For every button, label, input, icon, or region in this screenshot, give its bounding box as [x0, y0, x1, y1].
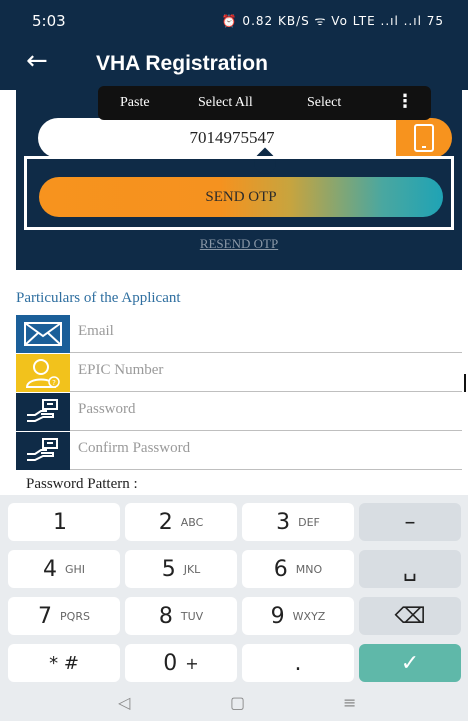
key-space[interactable]: ␣: [359, 550, 461, 588]
back-arrow-icon[interactable]: ←: [26, 46, 48, 76]
mobile-number-value[interactable]: 7014975547: [38, 128, 426, 148]
system-nav-bar: ◁ ▢ ≡: [0, 687, 468, 721]
mobile-number-field[interactable]: 7014975547: [38, 118, 426, 158]
paste-menu-item[interactable]: Paste: [120, 95, 150, 111]
email-input[interactable]: [78, 323, 448, 340]
backspace-icon: ⌫: [394, 603, 426, 629]
key-6[interactable]: 6 MNO: [242, 550, 354, 588]
status-bar: 5:03 ⏰ 0.82 KB/S ᯤ Vo LTE ..ıl ..ıl 75: [0, 0, 468, 40]
key-9[interactable]: 9 WXYZ: [242, 597, 354, 635]
mobile-phone-icon: [414, 124, 434, 152]
mobile-button[interactable]: [396, 118, 452, 158]
key-2[interactable]: 2 ABC: [125, 503, 237, 541]
status-icons: ⏰ 0.82 KB/S ᯤ Vo LTE ..ıl ..ıl 75: [221, 14, 444, 28]
more-options-icon[interactable]: ⋮: [396, 91, 414, 112]
epic-number-input[interactable]: [78, 362, 448, 379]
key-4[interactable]: 4 GHI: [8, 550, 120, 588]
key-1[interactable]: 1: [8, 503, 120, 541]
select-menu-item[interactable]: Select: [307, 95, 341, 111]
key-0[interactable]: 0 +: [125, 644, 237, 682]
space-icon: ␣: [403, 556, 417, 582]
confirm-password-input[interactable]: [78, 440, 448, 457]
nav-home-icon[interactable]: ▢: [230, 693, 245, 712]
section-title: Particulars of the Applicant: [16, 290, 181, 306]
password-input[interactable]: [78, 401, 448, 418]
key-backspace[interactable]: ⌫: [359, 597, 461, 635]
hand-key-icon: [16, 432, 70, 470]
resend-otp-link[interactable]: RESEND OTP: [16, 236, 462, 252]
key-8[interactable]: 8 TUV: [125, 597, 237, 635]
checkmark-icon: ✓: [400, 650, 420, 676]
send-otp-button[interactable]: SEND OTP: [39, 177, 443, 217]
nav-back-icon[interactable]: ◁: [118, 693, 130, 712]
text-selection-menu: Paste Select All Select ⋮: [98, 86, 431, 120]
status-time: 5:03: [32, 12, 66, 30]
key-star-hash[interactable]: * #: [8, 644, 120, 682]
side-cursor: [464, 374, 466, 392]
user-id-icon: ?: [16, 354, 70, 392]
key-5[interactable]: 5 JKL: [125, 550, 237, 588]
key-7[interactable]: 7 PQRS: [8, 597, 120, 635]
page-title: VHA Registration: [96, 52, 268, 75]
key-minus[interactable]: –: [359, 503, 461, 541]
epic-field-row: ?: [16, 354, 462, 392]
hand-key-icon: [16, 393, 70, 431]
app-bar: ← VHA Registration: [0, 40, 468, 90]
confirm-password-field-row: [16, 432, 462, 470]
nav-recents-icon[interactable]: ≡: [343, 693, 356, 712]
key-done[interactable]: ✓: [359, 644, 461, 682]
select-all-menu-item[interactable]: Select All: [198, 95, 253, 111]
key-period[interactable]: .: [242, 644, 354, 682]
envelope-icon: [16, 315, 70, 353]
key-3[interactable]: 3 DEF: [242, 503, 354, 541]
svg-text:?: ?: [52, 379, 56, 387]
password-pattern-label: Password Pattern :: [26, 476, 138, 492]
password-field-row: [16, 393, 462, 431]
send-otp-highlight: SEND OTP: [24, 156, 454, 230]
email-field-row: [16, 315, 462, 353]
